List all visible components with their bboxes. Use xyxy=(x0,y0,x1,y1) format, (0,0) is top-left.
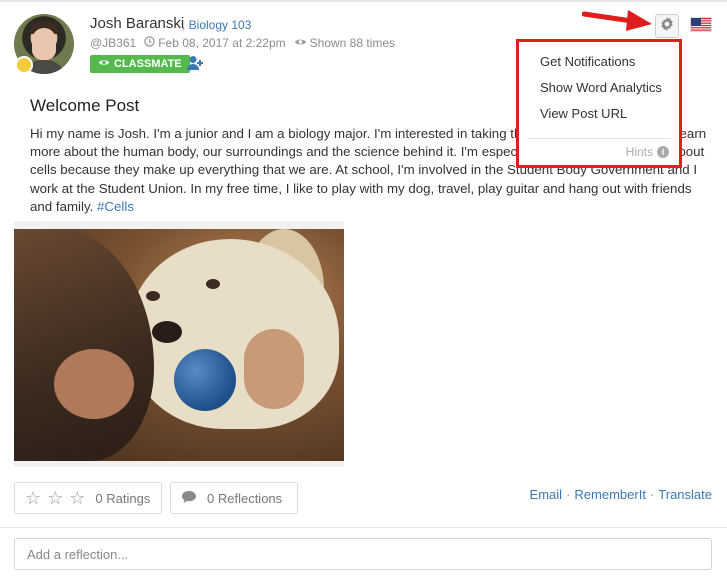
post-title: Welcome Post xyxy=(30,96,140,115)
settings-dropdown: Get Notifications Show Word Analytics Vi… xyxy=(516,39,682,168)
info-icon: i xyxy=(657,146,669,158)
email-link[interactable]: Email xyxy=(530,487,563,502)
comment-icon xyxy=(181,490,197,507)
divider xyxy=(0,527,727,528)
us-flag-icon[interactable] xyxy=(690,17,712,32)
star-icon[interactable]: ☆ xyxy=(47,489,63,507)
add-friend-icon[interactable] xyxy=(186,55,204,71)
star-icon[interactable]: ☆ xyxy=(25,489,41,507)
author-handle: @JB361 xyxy=(90,36,137,50)
hints-label: Hints xyxy=(625,145,653,159)
post-views: Shown 88 times xyxy=(309,36,396,50)
author-name[interactable]: Josh Baranski xyxy=(90,15,184,32)
reflections-button[interactable]: 0 Reflections xyxy=(170,482,298,514)
menu-item-get-notifications[interactable]: Get Notifications xyxy=(519,49,679,75)
status-indicator xyxy=(15,56,33,74)
translate-link[interactable]: Translate xyxy=(658,487,712,502)
rememberit-link[interactable]: RememberIt xyxy=(574,487,646,502)
eye-icon xyxy=(294,36,307,50)
post-date-group: Feb 08, 2017 at 2:22pm xyxy=(144,36,286,50)
post-meta: @JB361 Feb 08, 2017 at 2:22pm Shown 88 t… xyxy=(90,36,395,50)
ratings-button[interactable]: ☆ ☆ ☆ 0 Ratings xyxy=(14,482,162,514)
post-links: Email · RememberIt · Translate xyxy=(530,487,712,502)
course-link[interactable]: , Biology 103 xyxy=(182,18,251,32)
menu-item-view-post-url[interactable]: View Post URL xyxy=(519,101,679,127)
red-arrow-icon xyxy=(582,10,652,31)
menu-divider xyxy=(527,138,671,139)
post-date: Feb 08, 2017 at 2:22pm xyxy=(158,36,286,50)
link-separator: · xyxy=(566,487,571,502)
top-border xyxy=(0,0,727,2)
post-image-frame xyxy=(14,221,344,467)
settings-button[interactable] xyxy=(655,14,679,38)
classmate-badge: CLASSMATE xyxy=(90,55,190,73)
badge-label: CLASSMATE xyxy=(114,58,182,70)
menu-item-show-word-analytics[interactable]: Show Word Analytics xyxy=(519,75,679,101)
clock-icon xyxy=(144,36,155,50)
eye-icon xyxy=(98,55,110,73)
gear-icon xyxy=(659,16,675,37)
post-image[interactable] xyxy=(14,229,344,461)
hints-link[interactable]: Hints i xyxy=(626,145,669,159)
link-separator: · xyxy=(649,487,655,502)
post-views-group: Shown 88 times xyxy=(294,36,395,50)
hashtag-link[interactable]: #Cells xyxy=(97,199,134,214)
ratings-count: 0 Ratings xyxy=(95,490,151,506)
reflection-input[interactable] xyxy=(14,538,712,570)
star-icon[interactable]: ☆ xyxy=(69,489,85,507)
reflections-count: 0 Reflections xyxy=(207,490,283,506)
